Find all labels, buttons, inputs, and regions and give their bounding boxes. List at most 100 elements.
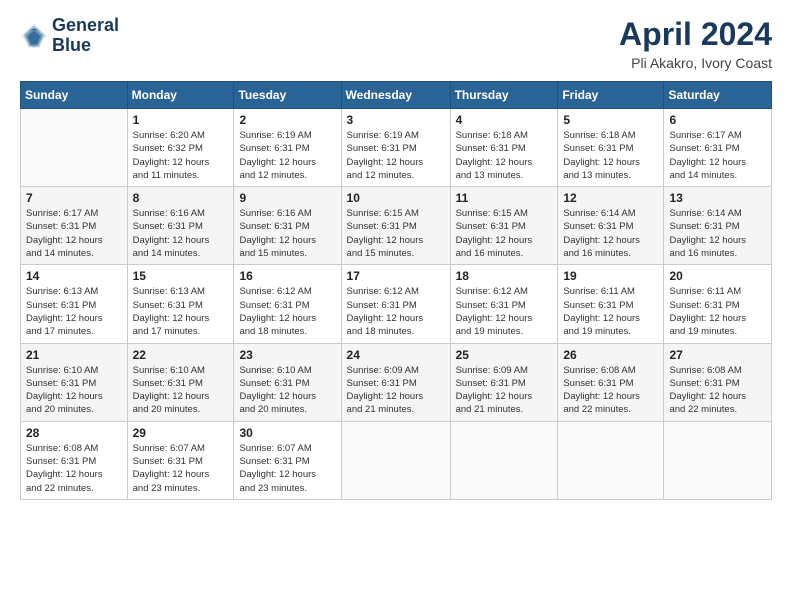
day-number: 12	[563, 191, 658, 205]
day-number: 19	[563, 269, 658, 283]
day-cell: 3 Sunrise: 6:19 AMSunset: 6:31 PMDaylight…	[341, 109, 450, 187]
day-number: 9	[239, 191, 335, 205]
day-info: Sunrise: 6:09 AMSunset: 6:31 PMDaylight:…	[347, 364, 445, 417]
day-cell: 5 Sunrise: 6:18 AMSunset: 6:31 PMDaylight…	[558, 109, 664, 187]
week-row-4: 21Sunrise: 6:10 AMSunset: 6:31 PMDayligh…	[21, 343, 772, 421]
day-cell: 23Sunrise: 6:10 AMSunset: 6:31 PMDayligh…	[234, 343, 341, 421]
day-info: Sunrise: 6:12 AMSunset: 6:31 PMDaylight:…	[239, 285, 335, 338]
day-info: Sunrise: 6:17 AMSunset: 6:31 PMDaylight:…	[669, 129, 766, 182]
day-info: Sunrise: 6:12 AMSunset: 6:31 PMDaylight:…	[347, 285, 445, 338]
day-number: 2	[239, 113, 335, 127]
day-number: 24	[347, 348, 445, 362]
day-cell	[341, 421, 450, 499]
day-cell: 30 Sunrise: 6:07 AMSunset: 6:31 PMDayligh…	[234, 421, 341, 499]
day-cell: 28 Sunrise: 6:08 AMSunset: 6:31 PMDayligh…	[21, 421, 128, 499]
day-info: Sunrise: 6:19 AMSunset: 6:31 PMDaylight:…	[347, 129, 445, 182]
day-cell: 19 Sunrise: 6:11 AMSunset: 6:31 PMDayligh…	[558, 265, 664, 343]
weekday-header-sunday: Sunday	[21, 82, 128, 109]
day-info: Sunrise: 6:16 AMSunset: 6:31 PMDaylight:…	[239, 207, 335, 260]
day-info: Sunrise: 6:10 AMSunset: 6:31 PMDaylight:…	[26, 364, 122, 417]
day-info: Sunrise: 6:18 AMSunset: 6:31 PMDaylight:…	[456, 129, 553, 182]
day-number: 27	[669, 348, 766, 362]
day-cell: 6 Sunrise: 6:17 AMSunset: 6:31 PMDaylight…	[664, 109, 772, 187]
location-title: Pli Akakro, Ivory Coast	[619, 55, 772, 71]
week-row-5: 28 Sunrise: 6:08 AMSunset: 6:31 PMDayligh…	[21, 421, 772, 499]
logo-text: General Blue	[52, 16, 119, 56]
week-row-2: 7 Sunrise: 6:17 AMSunset: 6:31 PMDaylight…	[21, 187, 772, 265]
day-number: 11	[456, 191, 553, 205]
day-info: Sunrise: 6:07 AMSunset: 6:31 PMDaylight:…	[133, 442, 229, 495]
weekday-header-row: SundayMondayTuesdayWednesdayThursdayFrid…	[21, 82, 772, 109]
day-cell: 16Sunrise: 6:12 AMSunset: 6:31 PMDayligh…	[234, 265, 341, 343]
day-cell: 7 Sunrise: 6:17 AMSunset: 6:31 PMDaylight…	[21, 187, 128, 265]
day-cell	[21, 109, 128, 187]
weekday-header-monday: Monday	[127, 82, 234, 109]
day-number: 1	[133, 113, 229, 127]
day-cell: 27 Sunrise: 6:08 AMSunset: 6:31 PMDayligh…	[664, 343, 772, 421]
day-number: 29	[133, 426, 229, 440]
day-info: Sunrise: 6:09 AMSunset: 6:31 PMDaylight:…	[456, 364, 553, 417]
weekday-header-thursday: Thursday	[450, 82, 558, 109]
week-row-1: 1 Sunrise: 6:20 AMSunset: 6:32 PMDaylight…	[21, 109, 772, 187]
day-number: 30	[239, 426, 335, 440]
day-cell	[450, 421, 558, 499]
day-number: 26	[563, 348, 658, 362]
day-cell: 11Sunrise: 6:15 AMSunset: 6:31 PMDayligh…	[450, 187, 558, 265]
day-info: Sunrise: 6:11 AMSunset: 6:31 PMDaylight:…	[563, 285, 658, 338]
day-cell: 25 Sunrise: 6:09 AMSunset: 6:31 PMDayligh…	[450, 343, 558, 421]
day-number: 10	[347, 191, 445, 205]
day-number: 3	[347, 113, 445, 127]
day-number: 7	[26, 191, 122, 205]
day-info: Sunrise: 6:08 AMSunset: 6:31 PMDaylight:…	[669, 364, 766, 417]
logo-icon	[20, 22, 48, 50]
day-info: Sunrise: 6:15 AMSunset: 6:31 PMDaylight:…	[347, 207, 445, 260]
day-info: Sunrise: 6:17 AMSunset: 6:31 PMDaylight:…	[26, 207, 122, 260]
day-number: 25	[456, 348, 553, 362]
day-info: Sunrise: 6:07 AMSunset: 6:31 PMDaylight:…	[239, 442, 335, 495]
day-cell	[558, 421, 664, 499]
day-cell: 12 Sunrise: 6:14 AMSunset: 6:31 PMDayligh…	[558, 187, 664, 265]
day-number: 4	[456, 113, 553, 127]
day-number: 22	[133, 348, 229, 362]
weekday-header-wednesday: Wednesday	[341, 82, 450, 109]
day-cell: 20 Sunrise: 6:11 AMSunset: 6:31 PMDayligh…	[664, 265, 772, 343]
day-cell: 4 Sunrise: 6:18 AMSunset: 6:31 PMDaylight…	[450, 109, 558, 187]
day-cell: 15Sunrise: 6:13 AMSunset: 6:31 PMDayligh…	[127, 265, 234, 343]
day-number: 5	[563, 113, 658, 127]
day-number: 13	[669, 191, 766, 205]
day-info: Sunrise: 6:08 AMSunset: 6:31 PMDaylight:…	[563, 364, 658, 417]
weekday-header-saturday: Saturday	[664, 82, 772, 109]
day-number: 17	[347, 269, 445, 283]
day-info: Sunrise: 6:08 AMSunset: 6:31 PMDaylight:…	[26, 442, 122, 495]
day-number: 23	[239, 348, 335, 362]
day-info: Sunrise: 6:14 AMSunset: 6:31 PMDaylight:…	[563, 207, 658, 260]
day-cell: 24 Sunrise: 6:09 AMSunset: 6:31 PMDayligh…	[341, 343, 450, 421]
day-number: 28	[26, 426, 122, 440]
title-block: April 2024 Pli Akakro, Ivory Coast	[619, 16, 772, 71]
weekday-header-friday: Friday	[558, 82, 664, 109]
day-number: 6	[669, 113, 766, 127]
day-info: Sunrise: 6:10 AMSunset: 6:31 PMDaylight:…	[133, 364, 229, 417]
day-info: Sunrise: 6:14 AMSunset: 6:31 PMDaylight:…	[669, 207, 766, 260]
day-cell: 8 Sunrise: 6:16 AMSunset: 6:31 PMDaylight…	[127, 187, 234, 265]
day-cell	[664, 421, 772, 499]
day-cell: 21Sunrise: 6:10 AMSunset: 6:31 PMDayligh…	[21, 343, 128, 421]
page: General Blue April 2024 Pli Akakro, Ivor…	[0, 0, 792, 612]
day-cell: 22 Sunrise: 6:10 AMSunset: 6:31 PMDayligh…	[127, 343, 234, 421]
day-cell: 1 Sunrise: 6:20 AMSunset: 6:32 PMDaylight…	[127, 109, 234, 187]
day-number: 8	[133, 191, 229, 205]
day-info: Sunrise: 6:13 AMSunset: 6:31 PMDaylight:…	[26, 285, 122, 338]
day-info: Sunrise: 6:11 AMSunset: 6:31 PMDaylight:…	[669, 285, 766, 338]
logo: General Blue	[20, 16, 119, 56]
day-cell: 26 Sunrise: 6:08 AMSunset: 6:31 PMDayligh…	[558, 343, 664, 421]
day-cell: 14Sunrise: 6:13 AMSunset: 6:31 PMDayligh…	[21, 265, 128, 343]
day-info: Sunrise: 6:13 AMSunset: 6:31 PMDaylight:…	[133, 285, 229, 338]
day-cell: 18Sunrise: 6:12 AMSunset: 6:31 PMDayligh…	[450, 265, 558, 343]
day-cell: 2Sunrise: 6:19 AMSunset: 6:31 PMDaylight…	[234, 109, 341, 187]
day-info: Sunrise: 6:16 AMSunset: 6:31 PMDaylight:…	[133, 207, 229, 260]
day-info: Sunrise: 6:20 AMSunset: 6:32 PMDaylight:…	[133, 129, 229, 182]
day-cell: 10 Sunrise: 6:15 AMSunset: 6:31 PMDayligh…	[341, 187, 450, 265]
day-number: 20	[669, 269, 766, 283]
day-info: Sunrise: 6:18 AMSunset: 6:31 PMDaylight:…	[563, 129, 658, 182]
month-title: April 2024	[619, 16, 772, 53]
